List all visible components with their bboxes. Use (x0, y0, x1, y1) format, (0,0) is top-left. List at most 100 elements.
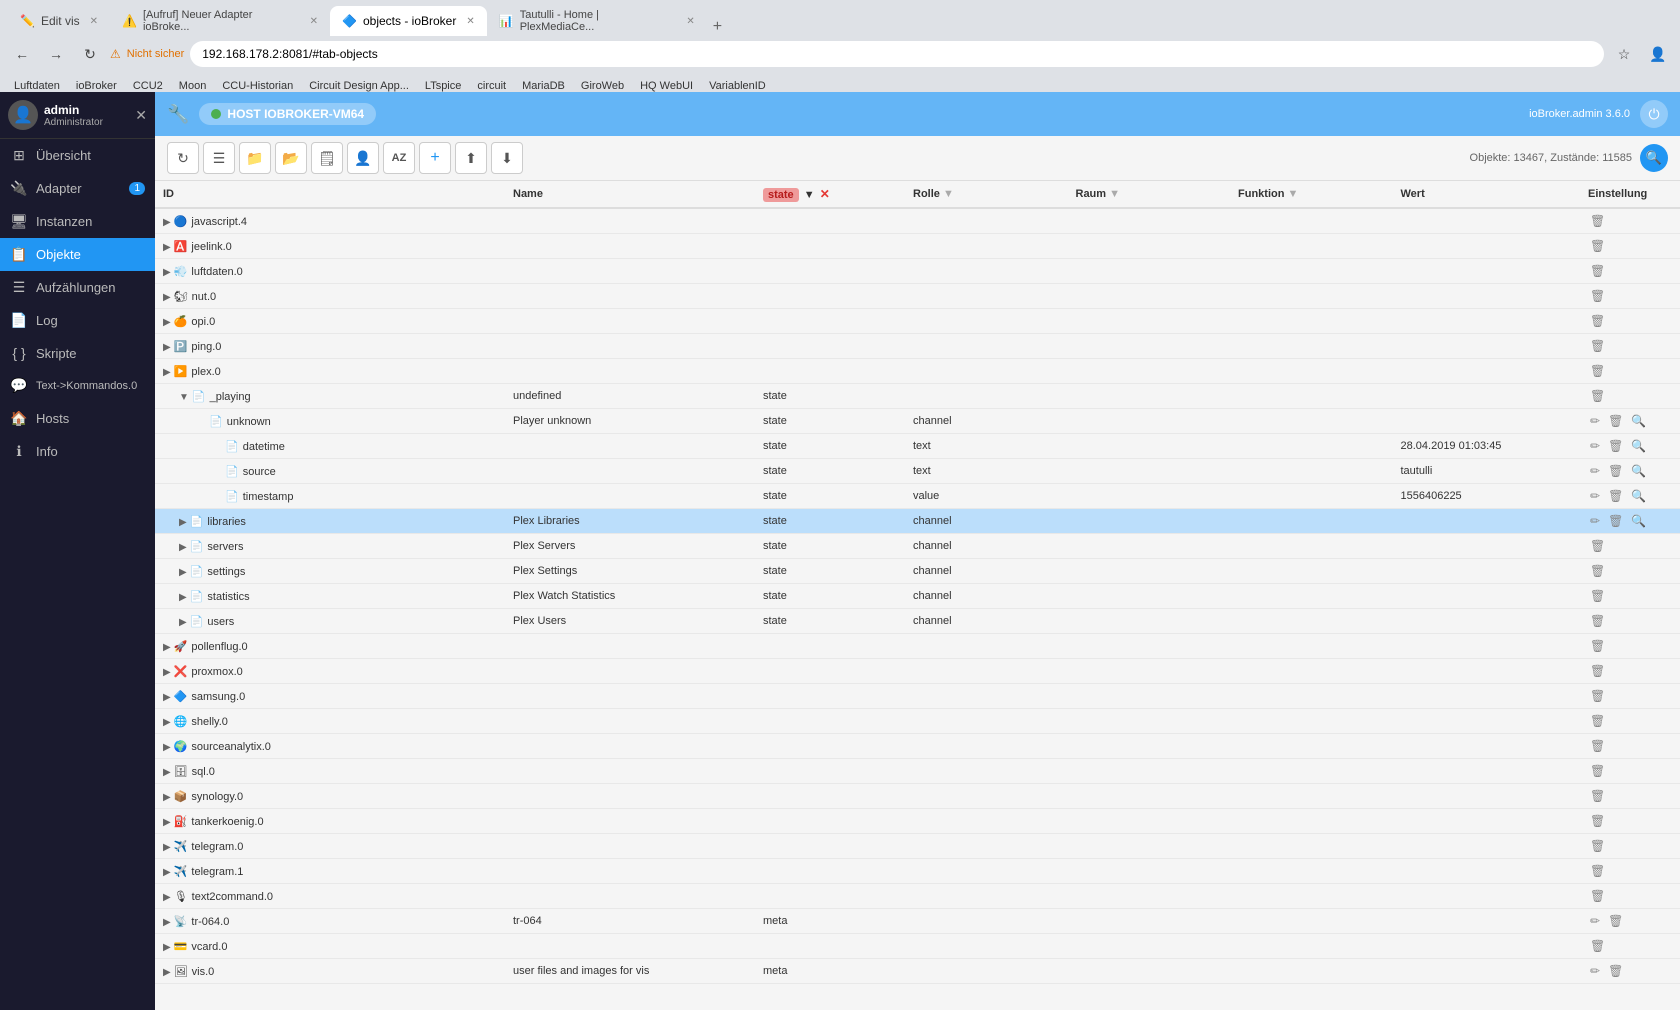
sidebar-item-adapter[interactable]: 🔌 Adapter 1 (0, 172, 155, 205)
delete-button[interactable]: 🗑 (1588, 888, 1607, 904)
expand-arrow[interactable]: ▶ (163, 742, 171, 753)
expand-arrow[interactable]: ▶ (163, 667, 171, 678)
col-header-rolle[interactable]: Rolle ▼ (905, 181, 1068, 208)
table-row[interactable]: ▶💳vcard.0🗑 (155, 934, 1680, 959)
list-view-button[interactable]: ☰ (203, 142, 235, 174)
delete-button[interactable]: 🗑 (1606, 963, 1625, 979)
sidebar-item-hosts[interactable]: 🏠 Hosts (0, 402, 155, 435)
expand-arrow[interactable]: ▶ (179, 617, 187, 628)
delete-button[interactable]: 🗑 (1588, 338, 1607, 354)
delete-button[interactable]: 🗑 (1588, 763, 1607, 779)
new-tab-button[interactable]: + (707, 18, 728, 36)
refresh-button[interactable]: ↻ (167, 142, 199, 174)
delete-button[interactable]: 🗑 (1588, 563, 1607, 579)
delete-button[interactable]: 🗑 (1588, 613, 1607, 629)
delete-button[interactable]: 🗑 (1588, 538, 1607, 554)
table-row[interactable]: ▶📄librariesPlex Librariesstatechannel✏🗑🔍 (155, 509, 1680, 534)
table-row[interactable]: ▶🗄sql.0🗑 (155, 759, 1680, 784)
table-row[interactable]: ▶📄statisticsPlex Watch Statisticsstatech… (155, 584, 1680, 609)
edit-button[interactable]: ✏ (1588, 913, 1602, 929)
delete-button[interactable]: 🗑 (1606, 438, 1625, 454)
user-button[interactable]: 👤 (347, 142, 379, 174)
edit-button[interactable]: ✏ (1588, 413, 1602, 429)
delete-button[interactable]: 🗑 (1606, 463, 1625, 479)
sidebar-item-text-kommandos[interactable]: 💬 Text->Kommandos.0 (0, 369, 155, 402)
table-row[interactable]: ▶⛽tankerkoenig.0🗑 (155, 809, 1680, 834)
table-row[interactable]: ▶🔵javascript.4🗑 (155, 208, 1680, 234)
delete-button[interactable]: 🗑 (1588, 863, 1607, 879)
delete-button[interactable]: 🗑 (1588, 363, 1607, 379)
col-header-funktion[interactable]: Funktion ▼ (1230, 181, 1393, 208)
table-row[interactable]: ▼📄_playingundefinedstate🗑 (155, 384, 1680, 409)
delete-button[interactable]: 🗑 (1588, 288, 1607, 304)
delete-button[interactable]: 🗑 (1606, 488, 1625, 504)
delete-button[interactable]: 🗑 (1588, 838, 1607, 854)
tab-edit-vis[interactable]: ✏️ Edit vis ✕ (8, 6, 110, 36)
expand-arrow[interactable]: ▶ (163, 717, 171, 728)
table-row[interactable]: 📄unknownPlayer unknownstatechannel✏🗑🔍 (155, 409, 1680, 434)
expand-arrow[interactable]: ▶ (163, 892, 171, 903)
tab-close-btn[interactable]: ✕ (90, 16, 98, 27)
tab-close-btn[interactable]: ✕ (310, 16, 318, 27)
table-row[interactable]: 📄datetimestatetext28.04.2019 01:03:45✏🗑🔍 (155, 434, 1680, 459)
sidebar-item-skripte[interactable]: { } Skripte (0, 337, 155, 369)
table-row[interactable]: ▶🚀pollenflug.0🗑 (155, 634, 1680, 659)
delete-button[interactable]: 🗑 (1588, 313, 1607, 329)
expand-arrow[interactable]: ▼ (179, 392, 189, 403)
expand-arrow[interactable]: ▶ (163, 642, 171, 653)
expand-arrow[interactable]: ▶ (163, 217, 171, 228)
table-row[interactable]: ▶▶️plex.0🗑 (155, 359, 1680, 384)
table-row[interactable]: ▶🖼vis.0user files and images for vismeta… (155, 959, 1680, 984)
bookmark-button[interactable]: ☆ (1610, 40, 1638, 68)
delete-button[interactable]: 🗑 (1588, 388, 1607, 404)
import-button[interactable]: ⬆ (455, 142, 487, 174)
expand-arrow[interactable]: ▶ (163, 817, 171, 828)
col-header-state[interactable]: state ▼ ✕ (755, 181, 905, 208)
edit-button[interactable]: ✏ (1588, 488, 1602, 504)
delete-button[interactable]: 🗑 (1588, 788, 1607, 804)
tab-close-btn[interactable]: ✕ (466, 16, 474, 27)
expand-arrow[interactable]: ▶ (163, 867, 171, 878)
back-button[interactable]: ← (8, 40, 36, 68)
expand-arrow[interactable]: ▶ (163, 767, 171, 778)
search-button[interactable]: 🔍 (1629, 488, 1648, 504)
table-row[interactable]: ▶🅰️jeelink.0🗑 (155, 234, 1680, 259)
expand-arrow[interactable]: ▶ (163, 317, 171, 328)
expand-arrow[interactable]: ▶ (163, 917, 171, 928)
delete-button[interactable]: 🗑 (1606, 513, 1625, 529)
sidebar-close-button[interactable]: ✕ (135, 107, 147, 124)
table-row[interactable]: ▶✈️telegram.0🗑 (155, 834, 1680, 859)
search-button[interactable]: 🔍 (1629, 438, 1648, 454)
delete-button[interactable]: 🗑 (1606, 413, 1625, 429)
edit-button[interactable]: ✏ (1588, 513, 1602, 529)
power-button[interactable]: ⏻ (1640, 100, 1668, 128)
table-row[interactable]: ▶🌐shelly.0🗑 (155, 709, 1680, 734)
delete-button[interactable]: 🗑 (1588, 263, 1607, 279)
delete-button[interactable]: 🗑 (1588, 638, 1607, 654)
export-button[interactable]: ⬇ (491, 142, 523, 174)
delete-button[interactable]: 🗑 (1588, 663, 1607, 679)
table-row[interactable]: ▶📡tr-064.0tr-064meta✏🗑 (155, 909, 1680, 934)
table-row[interactable]: ▶🍊opi.0🗑 (155, 309, 1680, 334)
delete-button[interactable]: 🗑 (1588, 238, 1607, 254)
state-filter-clear[interactable]: ✕ (820, 187, 830, 201)
table-row[interactable]: ▶🌍sourceanalytix.0🗑 (155, 734, 1680, 759)
expand-arrow[interactable]: ▶ (163, 842, 171, 853)
delete-button[interactable]: 🗑 (1588, 688, 1607, 704)
expand-arrow[interactable]: ▶ (163, 942, 171, 953)
edit-button[interactable]: ✏ (1588, 963, 1602, 979)
tab-objects[interactable]: 🔷 objects - ioBroker ✕ (330, 6, 487, 36)
table-row[interactable]: ▶✈️telegram.1🗑 (155, 859, 1680, 884)
search-button[interactable]: 🔍 (1629, 513, 1648, 529)
expand-arrow[interactable]: ▶ (163, 342, 171, 353)
address-input[interactable] (190, 41, 1604, 67)
delete-button[interactable]: 🗑 (1588, 738, 1607, 754)
expand-arrow[interactable]: ▶ (163, 792, 171, 803)
edit-button[interactable]: ✏ (1588, 438, 1602, 454)
table-row[interactable]: ▶📄serversPlex Serversstatechannel🗑 (155, 534, 1680, 559)
state-filter-arrow[interactable]: ▼ (804, 189, 815, 201)
sidebar-item-info[interactable]: ℹ Info (0, 435, 155, 468)
table-row[interactable]: 📄sourcestatetexttautulli✏🗑🔍 (155, 459, 1680, 484)
forward-button[interactable]: → (42, 40, 70, 68)
table-row[interactable]: ▶🅿️ping.0🗑 (155, 334, 1680, 359)
